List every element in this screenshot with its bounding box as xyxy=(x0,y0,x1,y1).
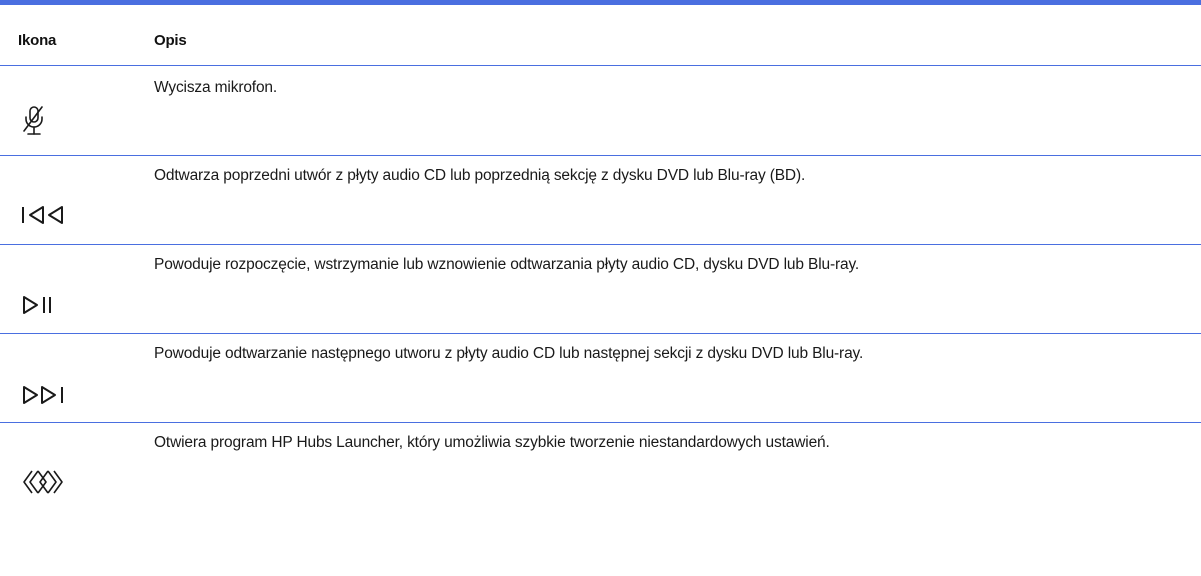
previous-track-icon xyxy=(20,204,80,238)
table-row: Powoduje odtwarzanie następnego utworu z… xyxy=(0,333,1201,423)
microphone-mute-icon xyxy=(20,104,80,138)
row-description: Powoduje rozpoczęcie, wstrzymanie lub wz… xyxy=(154,256,860,273)
hp-hubs-launcher-icon xyxy=(20,467,80,501)
table-header: Ikona Opis xyxy=(0,5,1201,66)
play-pause-icon xyxy=(20,294,80,328)
row-description: Odtwarza poprzedni utwór z płyty audio C… xyxy=(154,167,806,184)
row-description: Powoduje odtwarzanie następnego utworu z… xyxy=(154,345,864,362)
header-icon-column: Ikona xyxy=(18,32,57,49)
table-row: Odtwarza poprzedni utwór z płyty audio C… xyxy=(0,155,1201,245)
next-track-icon xyxy=(20,384,80,418)
table-row: Powoduje rozpoczęcie, wstrzymanie lub wz… xyxy=(0,244,1201,334)
header-description-column: Opis xyxy=(154,32,187,49)
table-row: Otwiera program HP Hubs Launcher, który … xyxy=(0,422,1201,542)
row-description: Otwiera program HP Hubs Launcher, który … xyxy=(154,434,830,451)
row-description: Wycisza mikrofon. xyxy=(154,79,278,96)
table-row: Wycisza mikrofon. xyxy=(0,66,1201,156)
